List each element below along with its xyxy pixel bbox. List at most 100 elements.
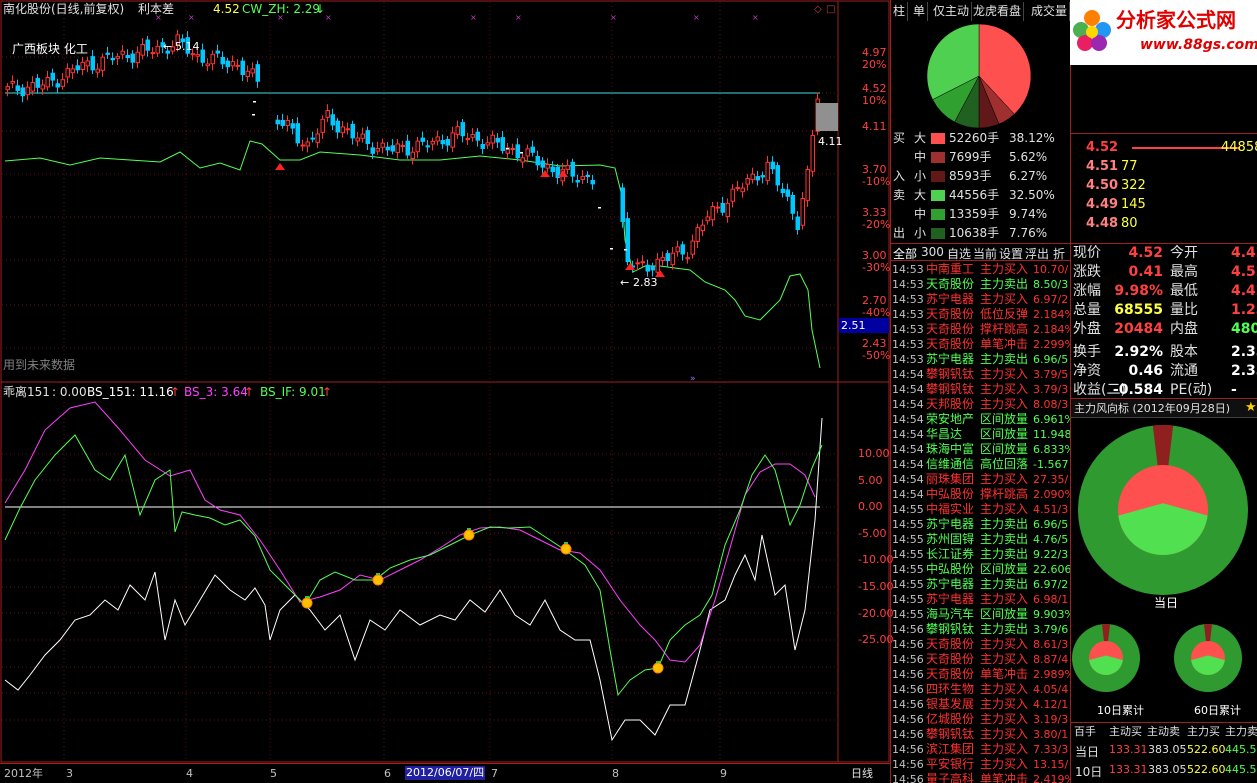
tick-row[interactable]: 14:55 海马汽车 区间放量 9.903% xyxy=(891,607,1070,622)
tick-stock-name[interactable]: 苏宁电器 xyxy=(926,292,974,307)
tick-stock-name[interactable]: 量子高科 xyxy=(926,772,974,783)
tick-row[interactable]: 14:54 攀钢钒钛 主力买入 3.79/3 xyxy=(891,382,1070,397)
tick-stock-name[interactable]: 天奇股份 xyxy=(926,307,974,322)
tick-stock-name[interactable]: 天奇股份 xyxy=(926,322,974,337)
tick-stock-name[interactable]: 华昌达 xyxy=(926,427,962,442)
tick-row[interactable]: 14:54 中弘股份 撑杆跳高 2.090% xyxy=(891,487,1070,502)
tick-stock-name[interactable]: 中福实业 xyxy=(926,502,974,517)
flower-logo-icon xyxy=(1073,10,1111,51)
tick-row[interactable]: 14:56 四环生物 主力买入 4.05/4 xyxy=(891,682,1070,697)
tick-row[interactable]: 14:54 荣安地产 区间放量 6.961% xyxy=(891,412,1070,427)
tick-row[interactable]: 14:54 华昌达 区间放量 11.948 xyxy=(891,427,1070,442)
tick-stock-name[interactable]: 滨江集团 xyxy=(926,742,974,757)
tick-stock-name[interactable]: 四环生物 xyxy=(926,682,974,697)
tick-stock-name[interactable]: 中弘股份 xyxy=(926,562,974,577)
tick-stock-name[interactable]: 荣安地产 xyxy=(926,412,974,427)
tick-row[interactable]: 14:53 天奇股份 单笔冲击 2.299% xyxy=(891,337,1070,352)
filter-all[interactable]: 全部 xyxy=(893,245,917,262)
tick-row[interactable]: 14:54 攀钢钒钛 主力买入 3.79/5 xyxy=(891,367,1070,382)
tick-row[interactable]: 14:53 天奇股份 撑杆跳高 2.184% xyxy=(891,322,1070,337)
candle-body xyxy=(245,70,250,77)
tick-stock-name[interactable]: 中弘股份 xyxy=(926,487,974,502)
logo-url[interactable]: www.88gs.com xyxy=(1140,38,1257,52)
tick-stock-name[interactable]: 苏宁电器 xyxy=(926,352,974,367)
tick-row[interactable]: 14:55 中福实业 主力买入 4.51/3 xyxy=(891,502,1070,517)
period-label[interactable]: 日线 xyxy=(851,767,873,781)
tick-stock-name[interactable]: 天奇股份 xyxy=(926,667,974,682)
filter-watchlist[interactable]: 自选 xyxy=(947,245,971,262)
tick-stock-name[interactable]: 长江证券 xyxy=(926,547,974,562)
tick-stock-name[interactable]: 银基发展 xyxy=(926,697,974,712)
tick-stock-name[interactable]: 苏宁电器 xyxy=(926,517,974,532)
candle-body xyxy=(5,85,10,91)
tick-stock-name[interactable]: 平安银行 xyxy=(926,757,974,772)
candle-body xyxy=(100,56,105,71)
tick-stock-name[interactable]: 丽珠集团 xyxy=(926,472,974,487)
size-label: 大 xyxy=(914,188,927,202)
diamond-icon[interactable]: ◇ xyxy=(814,3,822,17)
tick-row[interactable]: 14:55 苏宁电器 主力买入 6.98/1 xyxy=(891,592,1070,607)
tick-stock-name[interactable]: 天奇股份 xyxy=(926,277,974,292)
filter-float[interactable]: 浮出 xyxy=(1025,245,1049,262)
tick-row[interactable]: 14:53 苏宁电器 主力卖出 6.96/5 xyxy=(891,352,1070,367)
candle-body xyxy=(660,257,665,261)
tick-row[interactable]: 14:56 攀钢钒钛 主力卖出 3.79/6 xyxy=(891,622,1070,637)
star-icon[interactable]: ★ xyxy=(1245,401,1257,415)
filter-300[interactable]: 300 xyxy=(921,245,944,259)
tick-row[interactable]: 14:56 滨江集团 主力买入 7.33/3 xyxy=(891,742,1070,757)
tick-stock-name[interactable]: 苏宁电器 xyxy=(926,592,974,607)
tick-row[interactable]: 14:56 量子高科 单笔冲击 2.419% xyxy=(891,772,1070,783)
tick-row[interactable]: 14:54 丽珠集团 主力买入 27.35/ xyxy=(891,472,1070,487)
tick-row[interactable]: 14:55 苏州固锝 主力卖出 4.76/5 xyxy=(891,532,1070,547)
row-label: 当日 xyxy=(1075,745,1100,759)
tick-row[interactable]: 14:53 中南重工 主力买入 10.70/ xyxy=(891,262,1070,277)
filter-collapse[interactable]: 折 xyxy=(1053,245,1065,262)
tick-row[interactable]: 14:56 天奇股份 主力买入 8.87/4 xyxy=(891,652,1070,667)
main-chart-panel[interactable]: × × × × × × × × × 南化股份(日线,前复权) 利本差 4.52 CW_ZH: 2… xyxy=(0,0,893,780)
tick-stock-name[interactable]: 苏宁电器 xyxy=(926,577,974,592)
tick-stock-name[interactable]: 攀钢钒钛 xyxy=(926,622,974,637)
chart-canvas[interactable]: × × × × × × × × × xyxy=(0,0,890,763)
tick-stock-name[interactable]: 攀钢钒钛 xyxy=(926,727,974,742)
tick-stock-name[interactable]: 天奇股份 xyxy=(926,652,974,667)
tick-stock-name[interactable]: 亿城股份 xyxy=(926,712,974,727)
tick-stock-name[interactable]: 苏州固锝 xyxy=(926,532,974,547)
tick-row[interactable]: 14:56 天奇股份 单笔冲击 2.989% xyxy=(891,667,1070,682)
tick-value: 7.33/3 xyxy=(1033,743,1069,756)
tick-row[interactable]: 14:54 珠海中富 区间放量 6.833% xyxy=(891,442,1070,457)
tick-stock-name[interactable]: 珠海中富 xyxy=(926,442,974,457)
tick-stock-name[interactable]: 天奇股份 xyxy=(926,637,974,652)
scroll-indicator-icon[interactable]: » xyxy=(690,372,696,386)
tick-stock-name[interactable]: 中南重工 xyxy=(926,262,974,277)
tick-row[interactable]: 14:55 中弘股份 区间放量 22.606 xyxy=(891,562,1070,577)
tick-row[interactable]: 14:53 苏宁电器 主力买入 6.97/2 xyxy=(891,292,1070,307)
tick-row[interactable]: 14:55 长江证券 主力卖出 9.22/3 xyxy=(891,547,1070,562)
candle-body xyxy=(10,81,15,84)
tick-row[interactable]: 14:55 苏宁电器 主力卖出 6.97/2 xyxy=(891,577,1070,592)
order-price: 4.51 xyxy=(1086,159,1119,174)
tick-value: 6.961% xyxy=(1033,413,1070,426)
restore-icon[interactable]: □ xyxy=(826,3,835,17)
tick-row[interactable]: 14:54 信维通信 高位回落 -1.567 xyxy=(891,457,1070,472)
tick-stock-name[interactable]: 攀钢钒钛 xyxy=(926,367,974,382)
tick-row[interactable]: 14:56 亿城股份 主力买入 3.19/3 xyxy=(891,712,1070,727)
tick-stock-name[interactable]: 天奇股份 xyxy=(926,337,974,352)
tick-row[interactable]: 14:53 天奇股份 主力卖出 8.50/3 xyxy=(891,277,1070,292)
tick-stock-name[interactable]: 海马汽车 xyxy=(926,607,974,622)
filter-settings[interactable]: 设置 xyxy=(999,245,1023,262)
tick-row[interactable]: 14:54 天邦股份 主力买入 8.08/3 xyxy=(891,397,1070,412)
tick-value: 8.50/3 xyxy=(1033,278,1069,291)
tick-stock-name[interactable]: 攀钢钒钛 xyxy=(926,382,974,397)
tick-row[interactable]: 14:56 平安银行 主力买入 13.15/ xyxy=(891,757,1070,772)
tick-row[interactable]: 14:53 天奇股份 低位反弹 2.184% xyxy=(891,307,1070,322)
tick-row[interactable]: 14:56 银基发展 主力买入 4.12/1 xyxy=(891,697,1070,712)
candle-body xyxy=(445,138,450,146)
filter-current[interactable]: 当前 xyxy=(973,245,997,262)
tick-row[interactable]: 14:55 苏宁电器 主力卖出 6.96/5 xyxy=(891,517,1070,532)
tick-stock-name[interactable]: 天邦股份 xyxy=(926,397,974,412)
tick-row[interactable]: 14:56 天奇股份 主力买入 8.61/3 xyxy=(891,637,1070,652)
date-cursor[interactable]: 2012/06/07/四 xyxy=(405,766,486,780)
tick-row[interactable]: 14:56 攀钢钒钛 主力买入 3.80/1 xyxy=(891,727,1070,742)
tick-stock-name[interactable]: 信维通信 xyxy=(926,457,974,472)
tab-bar-chart[interactable]: 柱 xyxy=(891,2,909,21)
